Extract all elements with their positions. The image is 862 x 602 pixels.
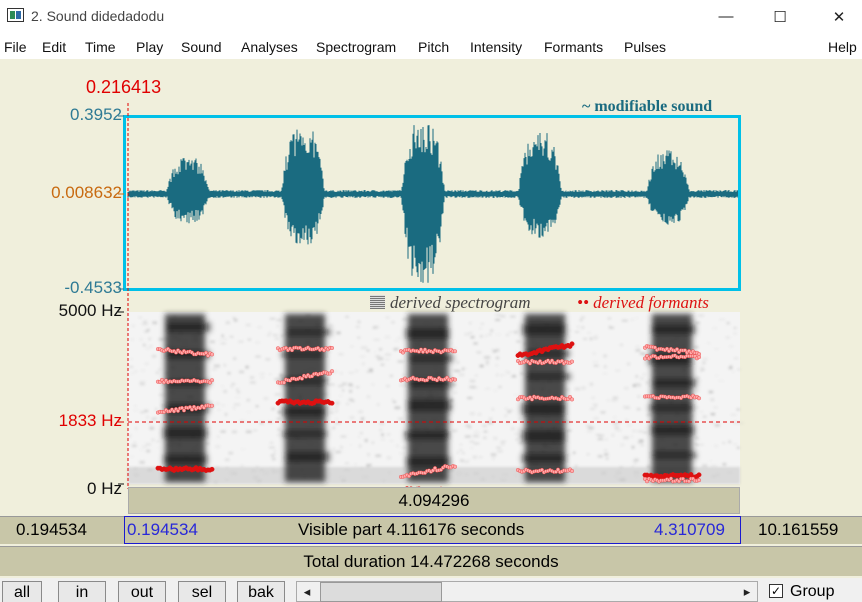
scroll-left-arrow-icon[interactable]: ◂ [297, 582, 317, 602]
left-hidden-duration[interactable]: 0.194534 [16, 520, 87, 540]
scroll-right-arrow-icon[interactable]: ▸ [737, 582, 757, 602]
zoom-sel-button[interactable]: sel [178, 581, 226, 602]
menu-analyses[interactable]: Analyses [241, 39, 298, 55]
menu-sound[interactable]: Sound [181, 39, 221, 55]
maximize-button[interactable]: ☐ [757, 0, 803, 33]
menu-time[interactable]: Time [85, 39, 116, 55]
title-bar: 2. Sound didedadodu — ☐ ✕ [0, 0, 862, 33]
total-duration-bar[interactable]: Total duration 14.472268 seconds [0, 546, 862, 576]
visible-part-duration: Visible part 4.116176 seconds [298, 520, 525, 539]
scrollbar-thumb[interactable] [320, 582, 442, 602]
menu-edit[interactable]: Edit [42, 39, 66, 55]
menu-play[interactable]: Play [136, 39, 163, 55]
menu-pitch[interactable]: Pitch [418, 39, 449, 55]
signal-canvas[interactable] [0, 59, 862, 517]
sound-editor[interactable]: 0.216413 0.3952 0.008632 -0.4533 ~ modif… [0, 59, 862, 517]
group-checkbox[interactable]: ✓ [769, 584, 783, 598]
minimize-button[interactable]: — [703, 0, 749, 33]
group-label: Group [790, 583, 835, 600]
close-button[interactable]: ✕ [816, 0, 862, 33]
selection-duration-value: 4.094296 [398, 491, 470, 510]
window-title: 2. Sound didedadodu [31, 8, 165, 24]
zoom-out-button[interactable]: out [118, 581, 166, 602]
app-icon [7, 8, 24, 22]
menu-formants[interactable]: Formants [544, 39, 603, 55]
menu-spectrogram[interactable]: Spectrogram [316, 39, 396, 55]
menu-bar: File Edit Time Play Sound Analyses Spect… [0, 33, 862, 59]
visible-start-time: 0.194534 [127, 520, 198, 539]
zoom-all-button[interactable]: all [2, 581, 42, 602]
visible-end-time: 4.310709 [654, 520, 725, 539]
zoom-in-button[interactable]: in [58, 581, 106, 602]
waveform-trace [127, 125, 739, 283]
menu-file[interactable]: File [4, 39, 27, 55]
zoom-back-button[interactable]: bak [237, 581, 285, 602]
menu-help[interactable]: Help [828, 39, 857, 55]
total-duration-label: Total duration 14.472268 seconds [303, 552, 559, 571]
right-hidden-duration[interactable]: 10.161559 [758, 520, 838, 540]
menu-intensity[interactable]: Intensity [470, 39, 522, 55]
menu-pulses[interactable]: Pulses [624, 39, 666, 55]
selection-duration-bar[interactable]: 4.094296 [128, 487, 740, 514]
